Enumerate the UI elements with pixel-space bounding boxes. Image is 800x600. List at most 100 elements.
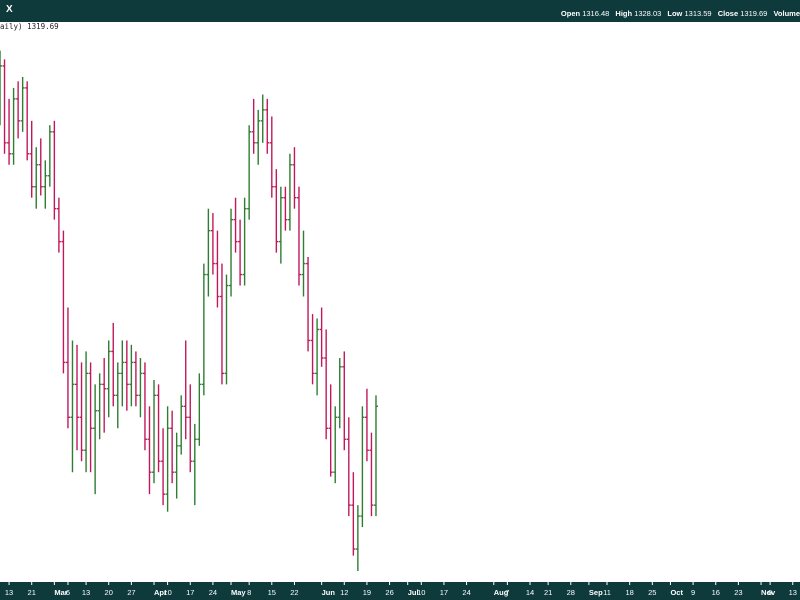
ohlc-bar	[7, 98, 12, 165]
x-tick-label: 14	[526, 588, 534, 597]
ohlc-bar	[215, 230, 220, 308]
low-value: 1313.59	[684, 9, 712, 18]
close-label: Close	[717, 9, 739, 18]
ohlc-bar	[219, 263, 224, 385]
ohlc-bar	[355, 505, 360, 572]
x-tick-label: 12	[340, 588, 348, 597]
chart-header-bar: X Open 1316.48 High 1328.03 Low 1313.59 …	[0, 0, 800, 22]
ohlc-bar	[251, 98, 256, 154]
ohlc-bar	[34, 147, 39, 209]
ohlc-bar	[210, 213, 215, 275]
ohlc-bar	[274, 169, 279, 253]
low-label: Low	[667, 9, 683, 18]
ohlc-bar	[197, 373, 202, 446]
ohlc-bar	[238, 219, 243, 286]
ohlc-bar	[319, 307, 324, 367]
ohlc-bar	[11, 87, 16, 165]
ohlc-bar	[20, 76, 25, 132]
x-tick-label: 17	[186, 588, 194, 597]
ohlc-bar	[165, 406, 170, 512]
ohlc-bar	[306, 256, 311, 352]
ohlc-bar	[2, 59, 7, 154]
ohlc-bar	[106, 340, 111, 418]
ohlc-bar	[138, 358, 143, 418]
x-tick-label: 20	[105, 588, 113, 597]
x-tick-label: 17	[440, 588, 448, 597]
ohlc-bar	[97, 373, 102, 440]
ohlc-stats: Open 1316.48 High 1328.03 Low 1313.59 Cl…	[557, 9, 800, 18]
ohlc-bar	[88, 362, 93, 473]
x-tick-label: 7	[505, 588, 509, 597]
ohlc-bar	[224, 274, 229, 385]
ohlc-bar	[373, 395, 378, 517]
x-tick-label: 21	[28, 588, 36, 597]
ohlc-bar	[333, 406, 338, 484]
ohlc-bar	[79, 362, 84, 462]
x-tick-label: 6	[768, 588, 772, 597]
ohlc-bar	[43, 160, 48, 209]
ohlc-bar	[315, 318, 320, 396]
ohlc-bar	[25, 81, 30, 161]
ohlc-bar	[70, 340, 75, 473]
ohlc-bar	[156, 384, 161, 473]
x-tick-label: 11	[603, 588, 611, 597]
high-label: High	[615, 9, 633, 18]
ohlc-bar	[301, 230, 306, 297]
ohlc-bar	[369, 432, 374, 517]
ohlc-bar	[206, 208, 211, 297]
ohlc-bar	[346, 417, 351, 517]
x-tick-label: 21	[544, 588, 552, 597]
ohlc-bar	[269, 116, 274, 198]
ohlc-bar	[170, 410, 175, 484]
last-close: 1319.69	[27, 22, 59, 31]
ohlc-bar	[188, 384, 193, 473]
ohlc-bar	[52, 120, 57, 220]
x-tick-label: 13	[789, 588, 797, 597]
ohlc-bar	[201, 263, 206, 396]
ohlc-bar	[247, 125, 252, 220]
ohlc-bar	[111, 322, 116, 407]
ohlc-bar	[351, 472, 356, 556]
x-tick-label: 8	[247, 588, 251, 597]
price-chart	[0, 50, 378, 572]
x-tick-label: 19	[363, 588, 371, 597]
ohlc-bar	[75, 344, 80, 451]
ohlc-bar	[115, 362, 120, 429]
x-tick-label: 28	[567, 588, 575, 597]
ohlc-bar	[152, 379, 157, 484]
series-subtitle: aily) 1319.69	[0, 22, 59, 31]
ohlc-bar	[292, 147, 297, 209]
x-tick-label: 22	[290, 588, 298, 597]
x-tick-label: Jun	[322, 588, 336, 597]
ohlc-bar	[310, 314, 315, 385]
ohlc-bar	[129, 344, 134, 407]
ohlc-bar	[16, 81, 21, 139]
ohlc-bar	[324, 329, 329, 440]
x-tick-label: 10	[163, 588, 171, 597]
ohlc-bar	[147, 406, 152, 495]
ohlc-bar	[360, 406, 365, 528]
ohlc-bar	[93, 384, 98, 495]
ohlc-bar	[283, 186, 288, 231]
x-axis: 13 21 Mar 6 13 20 27 Apr 10 17 24 May 8 15 22 Jun 12 19 26…	[0, 582, 800, 600]
ohlc-bar	[233, 197, 238, 253]
ohlc-bar	[161, 428, 166, 506]
ohlc-bar	[287, 153, 292, 231]
ohlc-bar	[364, 388, 369, 462]
x-tick-label: 9	[691, 588, 695, 597]
x-tick-label: Oct	[670, 588, 683, 597]
x-tick-label: 13	[82, 588, 90, 597]
ohlc-bar	[337, 358, 342, 429]
x-tick-label: 26	[385, 588, 393, 597]
ohlc-bar	[102, 358, 107, 433]
high-value: 1328.03	[634, 9, 662, 18]
volume-label: Volume	[773, 9, 800, 18]
x-tick-label: May	[231, 588, 246, 597]
ohlc-bar	[174, 432, 179, 499]
ohlc-bar	[84, 351, 89, 473]
x-tick-label: 15	[268, 588, 276, 597]
x-tick-label: 6	[66, 588, 70, 597]
ohlc-bar	[342, 351, 347, 451]
ohlc-bar	[142, 362, 147, 451]
ohlc-bar	[183, 340, 188, 440]
